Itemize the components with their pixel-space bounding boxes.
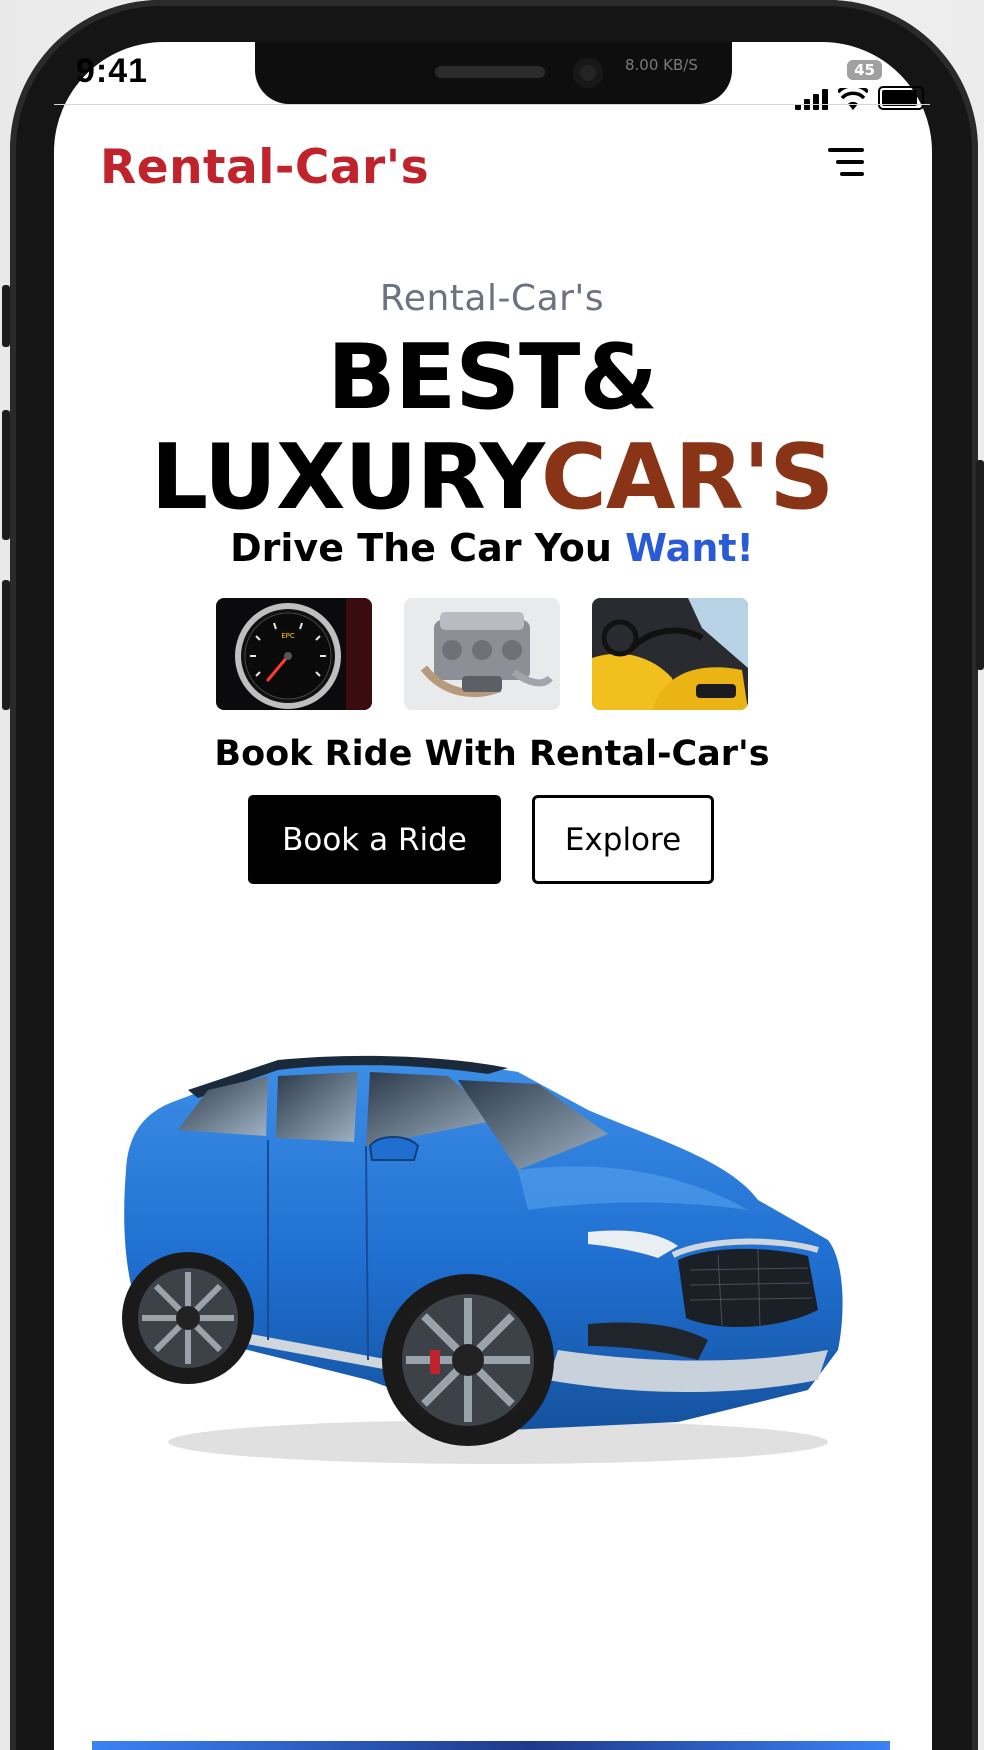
- explore-button[interactable]: Explore: [532, 795, 714, 884]
- battery-percentage: 45: [847, 60, 882, 80]
- svg-text:EPC: EPC: [281, 632, 295, 640]
- engine-thumbnail[interactable]: [404, 598, 560, 710]
- volume-down-button: [2, 580, 10, 710]
- headline-cars: CAR'S: [540, 425, 834, 530]
- book-ride-label: Book Ride With Rental-Car's: [214, 734, 770, 774]
- headline-line-1: BEST&: [327, 325, 658, 430]
- front-camera: [573, 58, 603, 88]
- status-time: 9:41: [76, 52, 149, 90]
- notch: 8.00 KB/S: [255, 42, 732, 104]
- headline-line-2: LUXURYCAR'S: [0, 428, 984, 528]
- feature-thumbnails: EPC: [216, 598, 748, 710]
- battery-icon: [878, 86, 924, 110]
- hero-headline: BEST& LUXURYCAR'S: [0, 328, 984, 528]
- brand-logo[interactable]: Rental-Car's: [100, 140, 429, 195]
- speedometer-thumbnail[interactable]: EPC: [216, 598, 372, 710]
- cellular-signal-icon: [795, 89, 828, 110]
- speaker: [435, 66, 545, 78]
- headline-luxury: LUXURY: [150, 425, 542, 530]
- menu-icon[interactable]: [818, 148, 864, 184]
- bottom-section-edge: [92, 1741, 890, 1750]
- tagline-main: Drive The Car You: [230, 526, 626, 570]
- stage: 9:41 8.00 KB/S 45 Rental-Car's Rental-Ca…: [0, 0, 984, 1750]
- hero-eyebrow: Rental-Car's: [379, 278, 605, 319]
- wifi-icon: [838, 88, 868, 110]
- network-speed: 8.00 KB/S: [625, 56, 698, 74]
- status-icons: [795, 86, 924, 110]
- book-a-ride-button[interactable]: Book a Ride: [248, 795, 501, 884]
- tagline-want: Want!: [625, 526, 754, 570]
- hero-tagline: Drive The Car You Want!: [0, 526, 984, 570]
- interior-thumbnail[interactable]: [592, 598, 748, 710]
- car-image: [122, 1055, 843, 1464]
- status-divider: [54, 104, 930, 105]
